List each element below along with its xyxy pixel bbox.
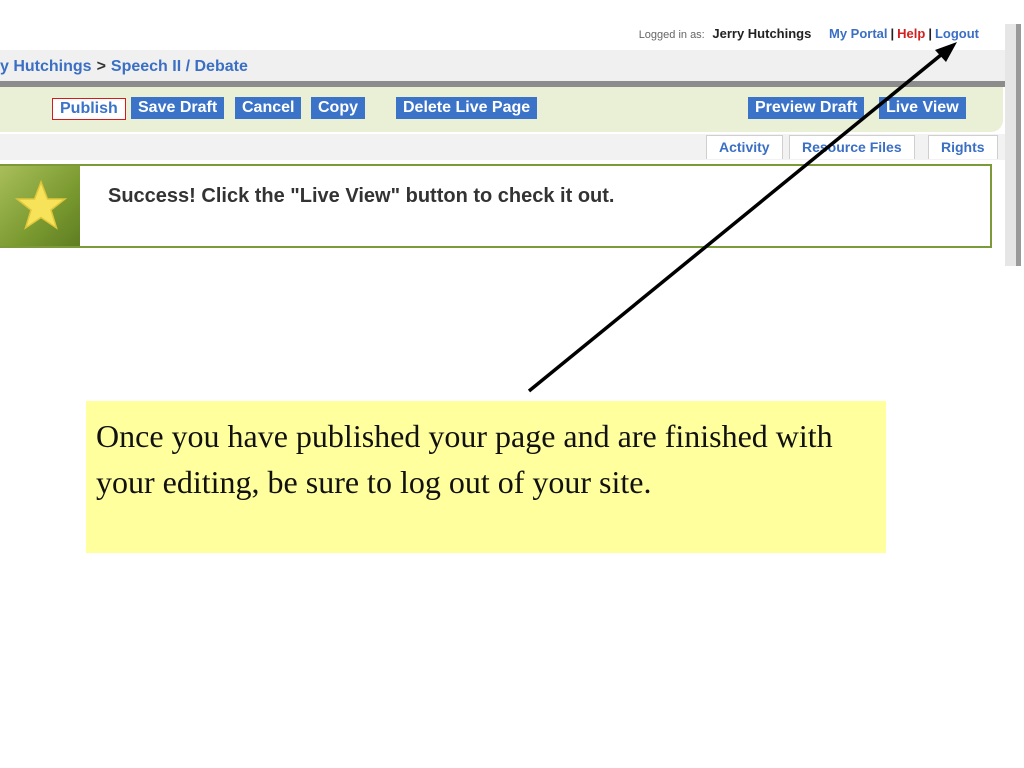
pointer-arrow — [527, 42, 957, 393]
arrow-line — [527, 48, 949, 393]
